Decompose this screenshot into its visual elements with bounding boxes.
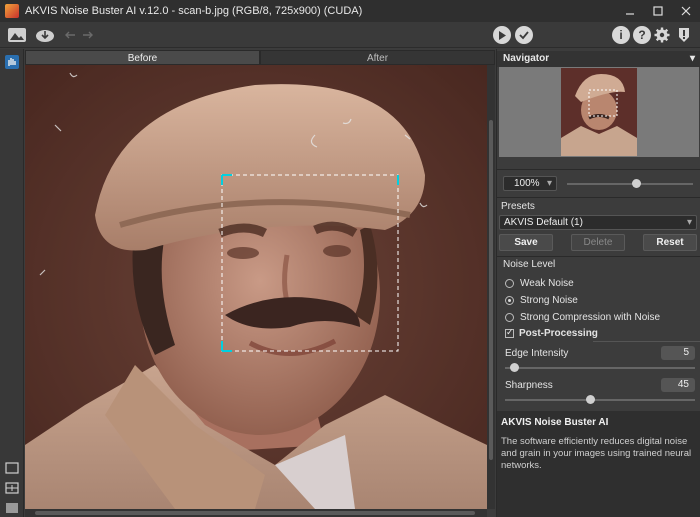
sharpness-value[interactable]: 45 <box>661 378 695 392</box>
strong-noise-label[interactable]: Strong Noise <box>520 295 578 306</box>
help-text: The software efficiently reduces digital… <box>501 436 692 471</box>
radio-strong-noise[interactable] <box>505 296 514 305</box>
close-icon[interactable] <box>672 0 700 22</box>
post-processing-checkbox[interactable] <box>505 327 514 338</box>
run-play-icon[interactable] <box>493 25 511 45</box>
edge-intensity-slider-track[interactable] <box>505 367 695 369</box>
help-panel: AKVIS Noise Buster AI The software effic… <box>497 411 700 517</box>
presets-select[interactable]: AKVIS Default (1) ▾ <box>499 215 697 230</box>
presets-title: Presets <box>501 201 535 212</box>
reset-preset-button[interactable]: Reset <box>643 234 697 251</box>
info-icon[interactable]: i <box>612 25 630 45</box>
main-toolbar: i ? <box>0 22 700 48</box>
radio-strong-compression[interactable] <box>505 313 514 322</box>
tab-before[interactable]: Before <box>25 50 260 65</box>
title-bar: AKVIS Noise Buster AI v.12.0 - scan-b.jp… <box>0 0 700 22</box>
akvis-app-icon <box>5 4 19 18</box>
settings-gear-icon[interactable] <box>653 25 671 45</box>
canvas-horizontal-scrollbar[interactable] <box>25 509 487 517</box>
edge-intensity-value[interactable]: 5 <box>661 346 695 360</box>
navigator-header: Navigator ▾ <box>497 51 700 67</box>
help-title: AKVIS Noise Buster AI <box>501 417 609 428</box>
chevron-down-icon: ▾ <box>686 217 692 228</box>
canvas-vertical-scrollbar[interactable] <box>487 65 495 509</box>
photo-portrait <box>25 65 487 509</box>
noise-level-title: Noise Level <box>503 259 556 270</box>
zoom-row: 100% ▾ <box>501 176 697 192</box>
zoom-value: 100% <box>514 178 540 189</box>
help-icon[interactable]: ? <box>633 25 651 45</box>
save-download-icon[interactable] <box>34 25 56 45</box>
collapse-triangle-icon[interactable]: ▾ <box>690 51 695 67</box>
redo-arrow-icon[interactable] <box>80 25 96 45</box>
image-canvas[interactable] <box>25 65 487 509</box>
strong-compression-label[interactable]: Strong Compression with Noise <box>520 312 660 323</box>
save-preset-button[interactable]: Save <box>499 234 553 251</box>
zoom-select[interactable]: 100% ▾ <box>503 176 557 191</box>
window-title: AKVIS Noise Buster AI v.12.0 - scan-b.jp… <box>25 5 363 17</box>
hand-pan-icon[interactable] <box>3 53 21 71</box>
navigator-preview[interactable] <box>499 67 699 157</box>
sharpness-slider-knob[interactable] <box>586 395 595 404</box>
edge-intensity-slider-knob[interactable] <box>510 363 519 372</box>
weak-noise-label[interactable]: Weak Noise <box>520 278 574 289</box>
app-window: AKVIS Noise Buster AI v.12.0 - scan-b.jp… <box>0 0 700 517</box>
single-view-icon[interactable] <box>3 459 21 477</box>
tab-after[interactable]: After <box>260 50 495 65</box>
notifications-icon[interactable] <box>675 25 693 45</box>
chevron-down-icon: ▾ <box>546 178 552 189</box>
zoom-slider-track[interactable] <box>567 183 693 185</box>
delete-preset-button[interactable]: Delete <box>571 234 625 251</box>
settings-panel: Navigator ▾ 100% ▾ Presets AKVIS Default… <box>496 49 700 517</box>
open-image-icon[interactable] <box>6 25 28 45</box>
tool-strip <box>0 49 24 517</box>
fill-view-icon[interactable] <box>3 499 21 517</box>
split-view-icon[interactable] <box>3 479 21 497</box>
presets-selected: AKVIS Default (1) <box>504 217 583 228</box>
undo-arrow-icon[interactable] <box>62 25 78 45</box>
radio-weak-noise[interactable] <box>505 279 514 288</box>
post-processing-label[interactable]: Post-Processing <box>519 328 598 339</box>
zoom-slider-knob[interactable] <box>631 179 641 188</box>
navigator-thumbnail <box>561 68 637 156</box>
sharpness-label: Sharpness <box>505 380 553 391</box>
edge-intensity-label: Edge Intensity <box>505 348 569 359</box>
apply-check-icon[interactable] <box>515 25 533 45</box>
maximize-icon[interactable] <box>644 0 672 22</box>
sharpness-slider-track[interactable] <box>505 399 695 401</box>
navigator-title: Navigator <box>503 53 550 64</box>
view-tabs: Before After <box>25 50 495 65</box>
minimize-icon[interactable] <box>616 0 644 22</box>
